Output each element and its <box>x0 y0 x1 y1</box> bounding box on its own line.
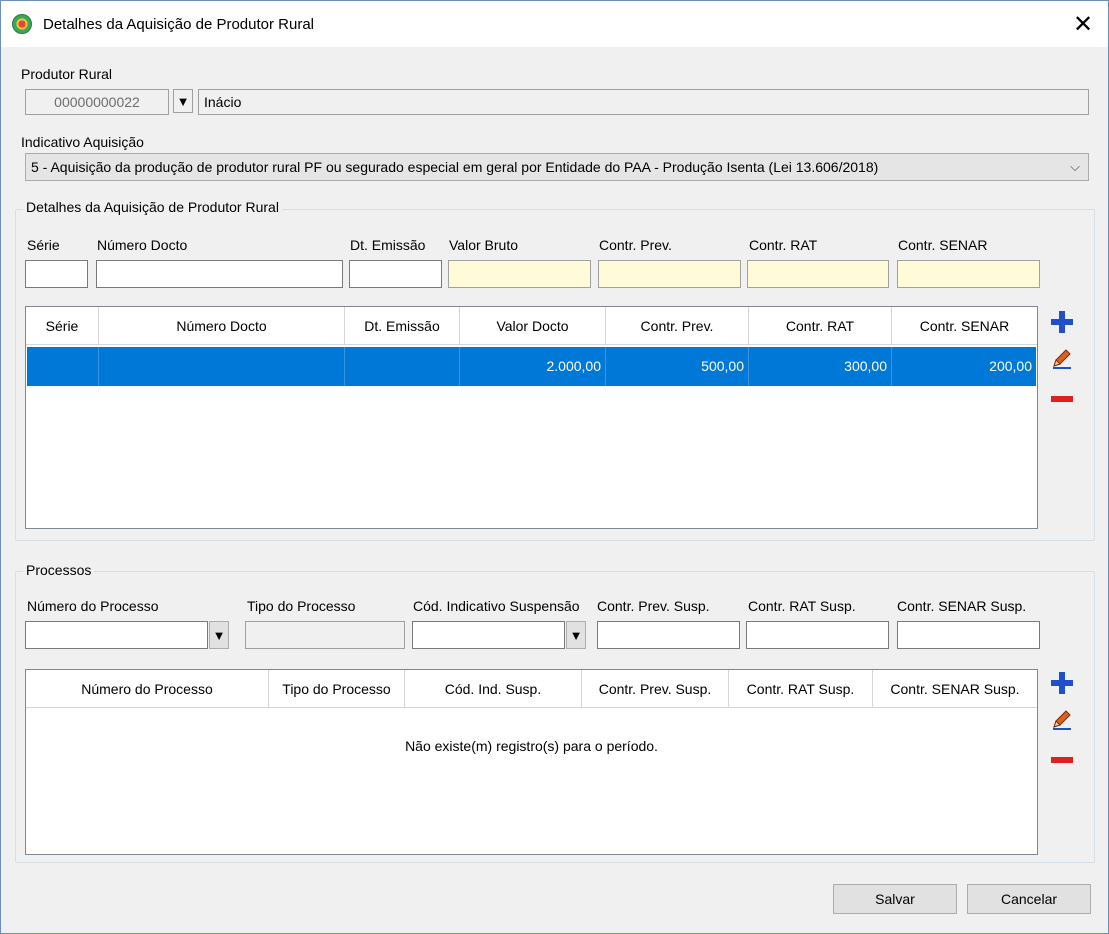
minus-icon <box>1048 385 1076 413</box>
detalhes-grid-header: Série Número Docto Dt. Emissão Valor Doc… <box>26 307 1037 345</box>
detalhes-group-title: Detalhes da Aquisição de Produtor Rural <box>23 199 282 215</box>
contr-rat-susp-label: Contr. RAT Susp. <box>748 598 856 614</box>
edit-detalhe-button[interactable] <box>1048 344 1076 372</box>
cell-dt-emissao <box>345 347 460 386</box>
numero-processo-label: Número do Processo <box>27 598 159 614</box>
close-button[interactable]: ✕ <box>1063 7 1103 41</box>
column-header[interactable]: Tipo do Processo <box>269 670 405 708</box>
column-header[interactable]: Contr. SENAR Susp. <box>873 670 1037 708</box>
remove-processo-button[interactable] <box>1048 746 1076 774</box>
window-title: Detalhes da Aquisição de Produtor Rural <box>43 16 314 33</box>
contr-senar-susp-label: Contr. SENAR Susp. <box>897 598 1027 614</box>
column-header[interactable]: Série <box>26 307 99 345</box>
tipo-processo-label: Tipo do Processo <box>247 598 356 614</box>
column-header[interactable]: Contr. Prev. <box>606 307 749 345</box>
column-header[interactable]: Contr. RAT <box>749 307 892 345</box>
cell-serie <box>27 347 99 386</box>
minus-icon <box>1048 746 1076 774</box>
title-bar: Detalhes da Aquisição de Produtor Rural … <box>1 1 1108 47</box>
plus-icon <box>1048 670 1076 698</box>
valor-bruto-label: Valor Bruto <box>449 237 518 253</box>
produtor-label: Produtor Rural <box>21 66 113 82</box>
contr-senar-susp-input[interactable] <box>897 621 1040 649</box>
processos-group-title: Processos <box>23 562 95 578</box>
app-globe-icon <box>12 14 32 34</box>
column-header[interactable]: Contr. SENAR <box>892 307 1037 345</box>
tipo-processo-field <box>245 621 405 649</box>
contr-prev-label: Contr. Prev. <box>599 237 672 253</box>
cod-indicativo-label: Cód. Indicativo Suspensão <box>413 598 580 614</box>
cell-valor: 2.000,00 <box>460 347 606 386</box>
indicativo-value: 5 - Aquisição da produção de produtor ru… <box>31 159 879 175</box>
triangle-down-icon: ▼ <box>176 94 190 109</box>
save-button[interactable]: Salvar <box>833 884 957 914</box>
contr-senar-label: Contr. SENAR <box>898 237 988 253</box>
triangle-down-icon: ▼ <box>569 628 583 643</box>
numero-docto-input[interactable] <box>96 260 343 288</box>
serie-label: Série <box>27 237 60 253</box>
column-header[interactable]: Valor Docto <box>460 307 606 345</box>
indicativo-select[interactable]: 5 - Aquisição da produção de produtor ru… <box>25 153 1089 181</box>
column-header[interactable]: Contr. Prev. Susp. <box>582 670 729 708</box>
cod-indicativo-dropdown-button[interactable]: ▼ <box>566 621 586 649</box>
numero-processo-dropdown-button[interactable]: ▼ <box>209 621 229 649</box>
triangle-down-icon: ▼ <box>212 628 226 643</box>
cod-indicativo-input[interactable] <box>412 621 565 649</box>
column-header[interactable]: Dt. Emissão <box>345 307 460 345</box>
cell-numero <box>99 347 345 386</box>
column-header[interactable]: Contr. RAT Susp. <box>729 670 873 708</box>
contr-prev-susp-input[interactable] <box>597 621 740 649</box>
plus-icon <box>1048 309 1076 337</box>
cell-senar: 200,00 <box>989 358 1032 374</box>
column-header[interactable]: Cód. Ind. Susp. <box>405 670 582 708</box>
processos-grid-header: Número do Processo Tipo do Processo Cód.… <box>26 670 1037 708</box>
dialog-window: Detalhes da Aquisição de Produtor Rural … <box>0 0 1109 934</box>
add-detalhe-button[interactable] <box>1048 309 1076 337</box>
contr-rat-input[interactable] <box>747 260 889 288</box>
edit-processo-button[interactable] <box>1048 705 1076 733</box>
numero-processo-input[interactable] <box>25 621 208 649</box>
contr-rat-label: Contr. RAT <box>749 237 818 253</box>
dt-emissao-input[interactable] <box>349 260 442 288</box>
remove-detalhe-button[interactable] <box>1048 385 1076 413</box>
cell-prev: 500,00 <box>606 347 749 386</box>
processos-grid[interactable]: Número do Processo Tipo do Processo Cód.… <box>25 669 1038 855</box>
detalhes-grid[interactable]: Série Número Docto Dt. Emissão Valor Doc… <box>25 306 1038 529</box>
contr-prev-susp-label: Contr. Prev. Susp. <box>597 598 710 614</box>
cancel-button[interactable]: Cancelar <box>967 884 1091 914</box>
valor-bruto-input[interactable] <box>448 260 591 288</box>
empty-message: Não existe(m) registro(s) para o período… <box>405 738 658 754</box>
contr-rat-susp-input[interactable] <box>746 621 889 649</box>
column-header[interactable]: Número Docto <box>99 307 345 345</box>
add-processo-button[interactable] <box>1048 670 1076 698</box>
contr-prev-input[interactable] <box>598 260 741 288</box>
produtor-name-field: Inácio <box>198 89 1089 115</box>
serie-input[interactable] <box>25 260 88 288</box>
dt-emissao-label: Dt. Emissão <box>350 237 426 253</box>
produtor-dropdown-button[interactable]: ▼ <box>173 89 193 113</box>
pencil-icon <box>1053 349 1071 369</box>
indicativo-label: Indicativo Aquisição <box>21 134 144 150</box>
numero-docto-label: Número Docto <box>97 237 188 253</box>
produtor-code-field[interactable]: 00000000022 <box>25 89 169 115</box>
column-header[interactable]: Número do Processo <box>26 670 269 708</box>
pencil-icon <box>1053 710 1071 730</box>
table-row[interactable]: 2.000,00 500,00 300,00 200,00 <box>27 347 1036 386</box>
contr-senar-input[interactable] <box>897 260 1040 288</box>
cell-rat: 300,00 <box>749 347 892 386</box>
chevron-down-icon: ⌵ <box>1070 159 1080 174</box>
